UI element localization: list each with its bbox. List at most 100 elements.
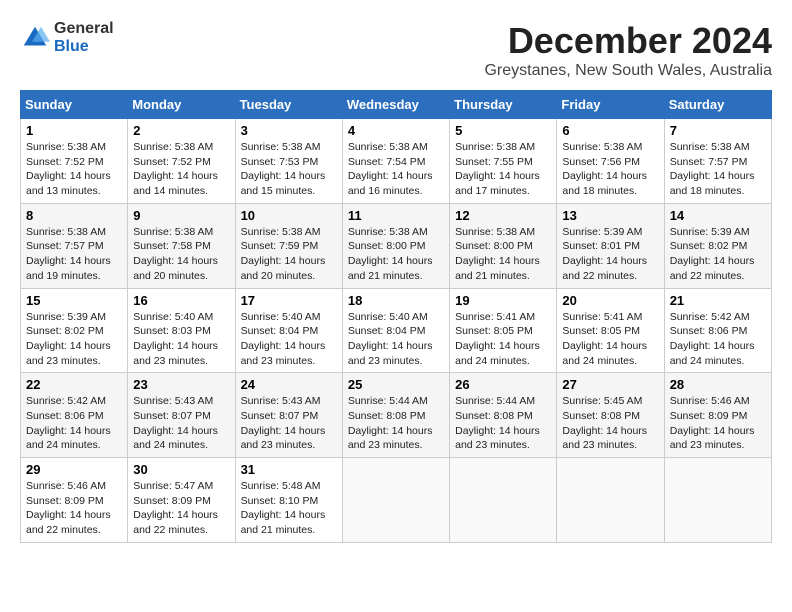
day-number: 3	[241, 123, 337, 138]
logo: General Blue	[20, 20, 114, 56]
day-number: 31	[241, 462, 337, 477]
day-info: Sunrise: 5:40 AM Sunset: 8:03 PM Dayligh…	[133, 310, 229, 369]
calendar-cell: 7Sunrise: 5:38 AM Sunset: 7:57 PM Daylig…	[664, 119, 771, 204]
calendar-cell: 8 Sunrise: 5:38 AM Sunset: 7:57 PM Daylig…	[21, 203, 128, 288]
location-subtitle: Greystanes, New South Wales, Australia	[484, 62, 772, 80]
calendar-cell: 16 Sunrise: 5:40 AM Sunset: 8:03 PM Dayli…	[128, 288, 235, 373]
calendar-table: SundayMondayTuesdayWednesdayThursdayFrid…	[20, 90, 772, 543]
day-info: Sunrise: 5:42 AM Sunset: 8:06 PM Dayligh…	[670, 310, 766, 369]
day-number: 11	[348, 208, 444, 223]
day-info: Sunrise: 5:44 AM Sunset: 8:08 PM Dayligh…	[348, 394, 444, 453]
calendar-cell: 22 Sunrise: 5:42 AM Sunset: 8:06 PM Dayli…	[21, 373, 128, 458]
day-info: Sunrise: 5:38 AM Sunset: 7:59 PM Dayligh…	[241, 225, 337, 284]
day-info: Sunrise: 5:39 AM Sunset: 8:01 PM Dayligh…	[562, 225, 658, 284]
calendar-cell: 1Sunrise: 5:38 AM Sunset: 7:52 PM Daylig…	[21, 119, 128, 204]
day-info: Sunrise: 5:47 AM Sunset: 8:09 PM Dayligh…	[133, 479, 229, 538]
day-number: 14	[670, 208, 766, 223]
day-number: 2	[133, 123, 229, 138]
day-number: 18	[348, 293, 444, 308]
day-number: 16	[133, 293, 229, 308]
column-header-friday: Friday	[557, 91, 664, 119]
calendar-cell: 18 Sunrise: 5:40 AM Sunset: 8:04 PM Dayli…	[342, 288, 449, 373]
day-info: Sunrise: 5:43 AM Sunset: 8:07 PM Dayligh…	[241, 394, 337, 453]
calendar-cell: 2 Sunrise: 5:38 AM Sunset: 7:52 PM Daylig…	[128, 119, 235, 204]
day-number: 27	[562, 377, 658, 392]
calendar-cell: 6 Sunrise: 5:38 AM Sunset: 7:56 PM Daylig…	[557, 119, 664, 204]
day-number: 13	[562, 208, 658, 223]
day-info: Sunrise: 5:38 AM Sunset: 7:57 PM Dayligh…	[26, 225, 122, 284]
day-number: 1	[26, 123, 122, 138]
column-header-thursday: Thursday	[450, 91, 557, 119]
column-header-monday: Monday	[128, 91, 235, 119]
calendar-cell: 19Sunrise: 5:41 AM Sunset: 8:05 PM Dayli…	[450, 288, 557, 373]
day-info: Sunrise: 5:48 AM Sunset: 8:10 PM Dayligh…	[241, 479, 337, 538]
day-number: 8	[26, 208, 122, 223]
calendar-cell: 27 Sunrise: 5:45 AM Sunset: 8:08 PM Dayli…	[557, 373, 664, 458]
calendar-cell: 28 Sunrise: 5:46 AM Sunset: 8:09 PM Dayli…	[664, 373, 771, 458]
calendar-cell: 29 Sunrise: 5:46 AM Sunset: 8:09 PM Dayli…	[21, 458, 128, 543]
calendar-cell: 5 Sunrise: 5:38 AM Sunset: 7:55 PM Daylig…	[450, 119, 557, 204]
header-row: SundayMondayTuesdayWednesdayThursdayFrid…	[21, 91, 772, 119]
calendar-cell: 31 Sunrise: 5:48 AM Sunset: 8:10 PM Dayli…	[235, 458, 342, 543]
day-info: Sunrise: 5:38 AM Sunset: 8:00 PM Dayligh…	[348, 225, 444, 284]
day-info: Sunrise: 5:45 AM Sunset: 8:08 PM Dayligh…	[562, 394, 658, 453]
calendar-cell	[450, 458, 557, 543]
day-info: Sunrise: 5:44 AM Sunset: 8:08 PM Dayligh…	[455, 394, 551, 453]
day-info: Sunrise: 5:39 AM Sunset: 8:02 PM Dayligh…	[670, 225, 766, 284]
calendar-row: 22 Sunrise: 5:42 AM Sunset: 8:06 PM Dayli…	[21, 373, 772, 458]
day-info: Sunrise: 5:38 AM Sunset: 7:55 PM Dayligh…	[455, 140, 551, 199]
day-info: Sunrise: 5:46 AM Sunset: 8:09 PM Dayligh…	[26, 479, 122, 538]
day-number: 12	[455, 208, 551, 223]
day-number: 7	[670, 123, 766, 138]
day-number: 17	[241, 293, 337, 308]
day-number: 6	[562, 123, 658, 138]
day-info: Sunrise: 5:43 AM Sunset: 8:07 PM Dayligh…	[133, 394, 229, 453]
calendar-cell: 17Sunrise: 5:40 AM Sunset: 8:04 PM Dayli…	[235, 288, 342, 373]
day-number: 25	[348, 377, 444, 392]
calendar-cell	[664, 458, 771, 543]
day-number: 21	[670, 293, 766, 308]
day-number: 19	[455, 293, 551, 308]
calendar-cell: 10 Sunrise: 5:38 AM Sunset: 7:59 PM Dayli…	[235, 203, 342, 288]
calendar-cell: 13 Sunrise: 5:39 AM Sunset: 8:01 PM Dayli…	[557, 203, 664, 288]
page-header: General Blue December 2024 Greystanes, N…	[20, 20, 772, 80]
day-number: 22	[26, 377, 122, 392]
calendar-row: 8 Sunrise: 5:38 AM Sunset: 7:57 PM Daylig…	[21, 203, 772, 288]
column-header-wednesday: Wednesday	[342, 91, 449, 119]
day-info: Sunrise: 5:38 AM Sunset: 7:53 PM Dayligh…	[241, 140, 337, 199]
day-info: Sunrise: 5:39 AM Sunset: 8:02 PM Dayligh…	[26, 310, 122, 369]
day-number: 15	[26, 293, 122, 308]
day-number: 29	[26, 462, 122, 477]
title-block: December 2024 Greystanes, New South Wale…	[484, 20, 772, 80]
day-number: 4	[348, 123, 444, 138]
day-info: Sunrise: 5:38 AM Sunset: 7:54 PM Dayligh…	[348, 140, 444, 199]
logo-icon	[20, 23, 50, 53]
calendar-cell: 4 Sunrise: 5:38 AM Sunset: 7:54 PM Daylig…	[342, 119, 449, 204]
calendar-cell: 25 Sunrise: 5:44 AM Sunset: 8:08 PM Dayli…	[342, 373, 449, 458]
day-number: 10	[241, 208, 337, 223]
day-info: Sunrise: 5:42 AM Sunset: 8:06 PM Dayligh…	[26, 394, 122, 453]
calendar-cell: 24Sunrise: 5:43 AM Sunset: 8:07 PM Dayli…	[235, 373, 342, 458]
logo-text: General Blue	[54, 20, 114, 56]
calendar-cell	[557, 458, 664, 543]
calendar-cell: 30 Sunrise: 5:47 AM Sunset: 8:09 PM Dayli…	[128, 458, 235, 543]
calendar-row: 1 Sunrise: 5:38 AM Sunset: 7:52 PM Daylig…	[21, 119, 772, 204]
calendar-cell: 3 Sunrise: 5:38 AM Sunset: 7:53 PM Daylig…	[235, 119, 342, 204]
column-header-saturday: Saturday	[664, 91, 771, 119]
day-number: 30	[133, 462, 229, 477]
day-info: Sunrise: 5:41 AM Sunset: 8:05 PM Dayligh…	[562, 310, 658, 369]
day-info: Sunrise: 5:46 AM Sunset: 8:09 PM Dayligh…	[670, 394, 766, 453]
calendar-cell: 9Sunrise: 5:38 AM Sunset: 7:58 PM Daylig…	[128, 203, 235, 288]
day-number: 5	[455, 123, 551, 138]
day-info: Sunrise: 5:40 AM Sunset: 8:04 PM Dayligh…	[348, 310, 444, 369]
day-info: Sunrise: 5:38 AM Sunset: 7:56 PM Dayligh…	[562, 140, 658, 199]
column-header-sunday: Sunday	[21, 91, 128, 119]
day-info: Sunrise: 5:38 AM Sunset: 8:00 PM Dayligh…	[455, 225, 551, 284]
calendar-cell	[342, 458, 449, 543]
calendar-cell: 26Sunrise: 5:44 AM Sunset: 8:08 PM Dayli…	[450, 373, 557, 458]
day-info: Sunrise: 5:38 AM Sunset: 7:52 PM Dayligh…	[133, 140, 229, 199]
day-number: 28	[670, 377, 766, 392]
calendar-row: 15 Sunrise: 5:39 AM Sunset: 8:02 PM Dayli…	[21, 288, 772, 373]
calendar-row: 29 Sunrise: 5:46 AM Sunset: 8:09 PM Dayli…	[21, 458, 772, 543]
day-number: 23	[133, 377, 229, 392]
